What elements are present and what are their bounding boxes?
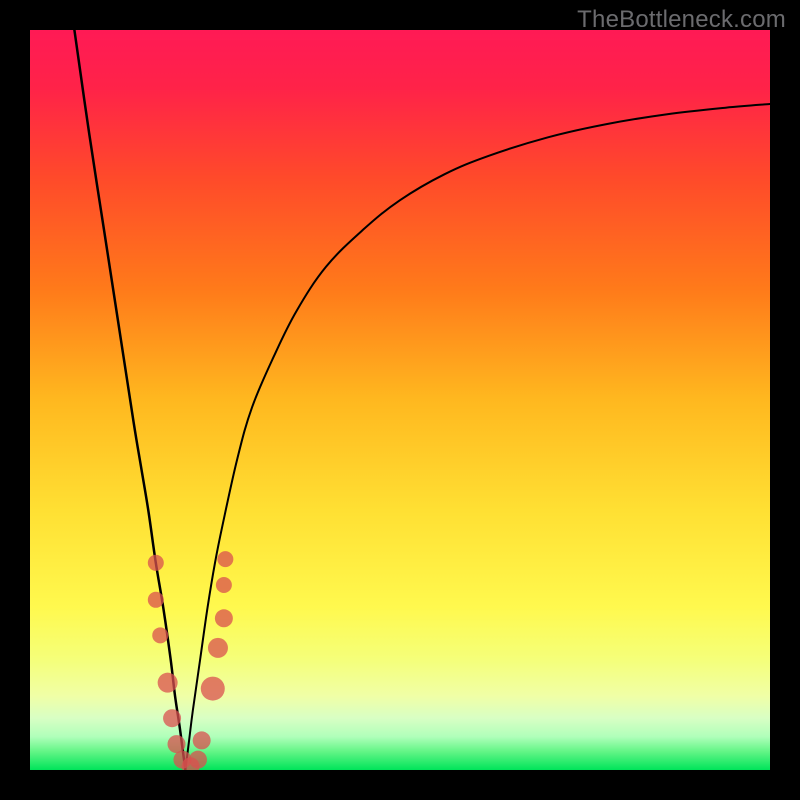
data-marker	[208, 638, 228, 658]
curve-left	[74, 30, 185, 770]
data-marker	[148, 555, 164, 571]
plot-area	[30, 30, 770, 770]
chart-frame: TheBottleneck.com	[0, 0, 800, 800]
data-markers	[148, 551, 234, 770]
curve-right	[185, 104, 770, 770]
data-marker	[216, 577, 232, 593]
data-marker	[152, 627, 168, 643]
data-marker	[168, 735, 186, 753]
data-marker	[148, 592, 164, 608]
data-marker	[217, 551, 233, 567]
data-marker	[215, 609, 233, 627]
data-marker	[163, 709, 181, 727]
data-marker	[158, 673, 178, 693]
data-marker	[189, 751, 207, 769]
watermark-text: TheBottleneck.com	[577, 6, 786, 34]
curves-layer	[30, 30, 770, 770]
data-marker	[193, 731, 211, 749]
data-marker	[201, 677, 225, 701]
